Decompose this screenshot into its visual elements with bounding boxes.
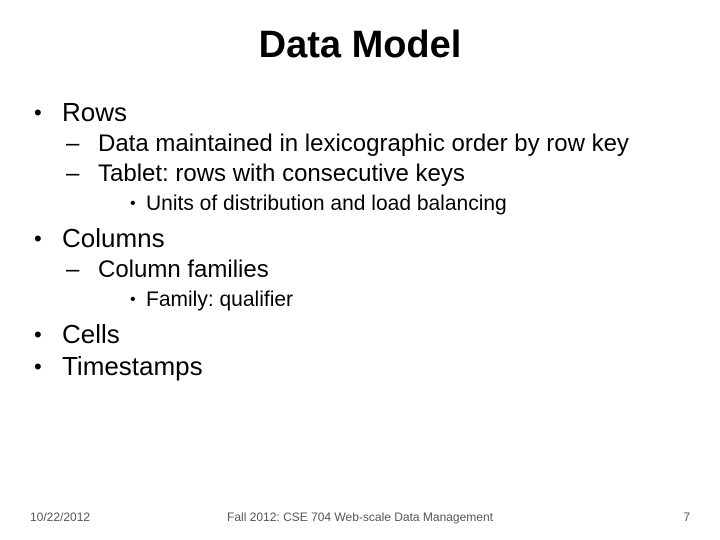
bullet-rows-sub2-sub1-text: Units of distribution and load balancing (146, 192, 507, 215)
bullet-timestamps-text: Timestamps (62, 351, 203, 381)
slide: Data Model Rows Data maintained in lexic… (0, 0, 720, 540)
bullet-columns-text: Columns (62, 223, 165, 253)
slide-title: Data Model (28, 24, 692, 67)
bullet-columns-sub1: Column families (82, 256, 692, 284)
footer-center: Fall 2012: CSE 704 Web-scale Data Manage… (227, 510, 493, 524)
bullet-rows-sub2-text: Tablet: rows with consecutive keys (82, 160, 692, 188)
bullet-rows-sub1: Data maintained in lexicographic order b… (82, 130, 692, 158)
bullet-timestamps: Timestamps (34, 351, 692, 382)
bullet-rows-sub2: Tablet: rows with consecutive keys (82, 160, 692, 188)
bullet-columns: Columns (34, 223, 692, 254)
bullet-columns-sub1-text: Column families (82, 256, 692, 284)
footer-page-number: 7 (683, 510, 690, 524)
bullet-rows: Rows (34, 97, 692, 128)
bullet-rows-sub1-text: Data maintained in lexicographic order b… (82, 130, 692, 158)
footer-date: 10/22/2012 (30, 510, 90, 524)
bullet-cells-text: Cells (62, 319, 120, 349)
slide-footer: 10/22/2012 Fall 2012: CSE 704 Web-scale … (0, 510, 720, 524)
bullet-list: Rows Data maintained in lexicographic or… (28, 97, 692, 382)
bullet-columns-sub1-sub1: Family: qualifier (130, 288, 692, 313)
bullet-columns-sub1-sub1-text: Family: qualifier (146, 288, 293, 311)
bullet-rows-sub2-sub1: Units of distribution and load balancing (130, 192, 692, 217)
slide-content: Rows Data maintained in lexicographic or… (28, 97, 692, 382)
bullet-cells: Cells (34, 319, 692, 350)
bullet-rows-text: Rows (62, 97, 127, 127)
